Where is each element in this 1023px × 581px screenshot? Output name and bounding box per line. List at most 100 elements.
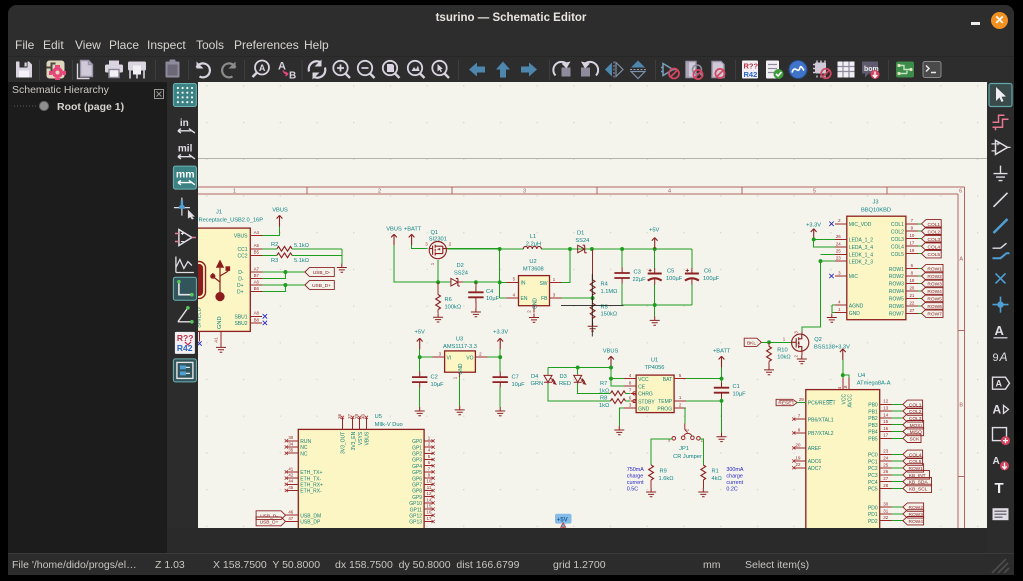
svg-text:GP7: GP7 [412, 483, 422, 489]
svg-text:Root (page 1): Root (page 1) [57, 101, 124, 113]
svg-text:4kΩ: 4kΩ [712, 476, 722, 482]
svg-text:C1: C1 [733, 384, 740, 390]
svg-text:PD1: PD1 [868, 512, 878, 518]
svg-text:3V3_OUT: 3V3_OUT [341, 432, 347, 454]
svg-text:150kΩ: 150kΩ [601, 312, 618, 318]
svg-text:PB6/XTAL1: PB6/XTAL1 [808, 417, 834, 423]
svg-text:PB1: PB1 [868, 409, 878, 415]
svg-text:10kΩ: 10kΩ [777, 355, 790, 361]
svg-text:BBQ10KBD: BBQ10KBD [861, 207, 891, 213]
svg-text:17: 17 [427, 516, 432, 521]
svg-text:R4: R4 [601, 282, 608, 288]
svg-text:KB_SCL: KB_SCL [909, 487, 928, 493]
svg-text:COL2: COL2 [909, 409, 922, 415]
svg-text:ETH_RX+: ETH_RX+ [300, 483, 323, 489]
svg-text:41: 41 [288, 466, 293, 471]
svg-text:ROW7: ROW7 [889, 312, 904, 318]
svg-text:J1: J1 [216, 210, 222, 216]
svg-text:PC2: PC2 [868, 466, 878, 472]
svg-text:A: A [999, 350, 1008, 364]
svg-text:14: 14 [883, 412, 888, 417]
svg-text:GND: GND [217, 316, 223, 329]
svg-text:ATmega8A-A: ATmega8A-A [857, 380, 891, 386]
svg-text:2.2µH: 2.2µH [526, 241, 541, 247]
svg-text:MISO: MISO [910, 430, 923, 436]
svg-text:23: 23 [883, 449, 888, 454]
svg-text:44: 44 [288, 479, 293, 484]
svg-text:+BATT: +BATT [404, 227, 422, 233]
svg-text:17: 17 [909, 241, 914, 246]
svg-text:CC2: CC2 [237, 253, 247, 259]
svg-text:+3.3V: +3.3V [493, 330, 508, 336]
svg-text:VI: VI [447, 355, 452, 361]
svg-text:RUN: RUN [300, 439, 311, 445]
svg-text:MIlk-V Duo: MIlk-V Duo [375, 422, 403, 428]
svg-text:ROW7: ROW7 [927, 312, 942, 318]
svg-text:D+: D+ [237, 283, 244, 289]
svg-text:A: A [959, 257, 963, 263]
svg-text:24: 24 [883, 456, 888, 461]
svg-text:USB_DM: USB_DM [300, 513, 321, 519]
svg-text:ROW1: ROW1 [889, 267, 904, 273]
svg-text:ROW2: ROW2 [908, 505, 923, 511]
svg-text:mm: mm [176, 169, 195, 181]
svg-text:CE: CE [638, 384, 646, 390]
svg-text:KB_SDA: KB_SDA [909, 480, 929, 486]
svg-text:U1: U1 [651, 358, 658, 364]
svg-text:COL4: COL4 [891, 244, 904, 250]
svg-text:NC: NC [300, 445, 308, 451]
svg-text:current: current [726, 480, 743, 486]
svg-text:L1: L1 [530, 234, 536, 240]
svg-text:22µF: 22µF [633, 277, 647, 283]
svg-text:ETH_TX+: ETH_TX+ [300, 470, 322, 476]
svg-text:PB7/XTAL2: PB7/XTAL2 [808, 431, 834, 437]
svg-text:ADC6: ADC6 [808, 459, 822, 465]
svg-text:ROW5: ROW5 [889, 297, 904, 303]
svg-text:Receptacle_USB2.0_16P: Receptacle_USB2.0_16P [199, 218, 264, 224]
svg-text:SBU2: SBU2 [234, 321, 247, 327]
svg-text:A: A [993, 456, 1000, 467]
svg-text:A: A [278, 61, 286, 73]
svg-text:A: A [996, 379, 1003, 389]
svg-text:11: 11 [427, 485, 432, 490]
svg-text:A6: A6 [254, 279, 260, 284]
svg-text:PROG: PROG [657, 407, 672, 413]
svg-text:GP6: GP6 [412, 476, 422, 482]
svg-text:VSYS: VSYS [358, 431, 364, 445]
svg-text:SS24: SS24 [454, 270, 468, 276]
svg-text:C6: C6 [704, 269, 711, 275]
svg-text:25: 25 [883, 462, 888, 467]
svg-text:NC: NC [300, 451, 308, 457]
svg-text:PB5: PB5 [868, 437, 878, 443]
svg-text:LEDA_1_2: LEDA_1_2 [849, 238, 873, 244]
svg-text:B6: B6 [254, 286, 260, 291]
svg-text:ROW1: ROW1 [908, 466, 923, 472]
svg-text:GP13: GP13 [409, 520, 422, 526]
svg-text:5.1kΩ: 5.1kΩ [294, 258, 309, 264]
svg-text:A8: A8 [254, 311, 260, 316]
svg-text:GND: GND [638, 407, 650, 413]
svg-text:3V3_EN: 3V3_EN [351, 431, 357, 450]
svg-text:AREF: AREF [808, 446, 821, 452]
svg-text:current: current [627, 480, 644, 486]
svg-text:4: 4 [668, 189, 671, 195]
svg-text:A1: A1 [214, 337, 219, 343]
svg-text:PC5: PC5 [868, 487, 878, 493]
svg-text:23: 23 [836, 256, 841, 261]
svg-text:RESET: RESET [778, 400, 794, 406]
svg-text:USB_D-: USB_D- [313, 270, 331, 276]
svg-text:ROW2: ROW2 [889, 274, 904, 280]
svg-text:GP3: GP3 [412, 458, 422, 464]
svg-text:GP2: GP2 [412, 452, 422, 458]
svg-text:GND: GND [533, 298, 539, 310]
svg-text:5.1kΩ: 5.1kΩ [294, 243, 309, 249]
svg-text:A: A [995, 323, 1005, 338]
svg-text:28: 28 [883, 483, 888, 488]
svg-text:TEMP: TEMP [658, 399, 673, 405]
svg-text:C5: C5 [667, 269, 674, 275]
svg-text:+5V: +5V [557, 517, 569, 524]
svg-text:PB3: PB3 [868, 423, 878, 429]
svg-text:LEDK_1_4: LEDK_1_4 [849, 253, 873, 259]
svg-text:CHRG: CHRG [638, 392, 653, 398]
svg-text:A5: A5 [254, 243, 260, 248]
